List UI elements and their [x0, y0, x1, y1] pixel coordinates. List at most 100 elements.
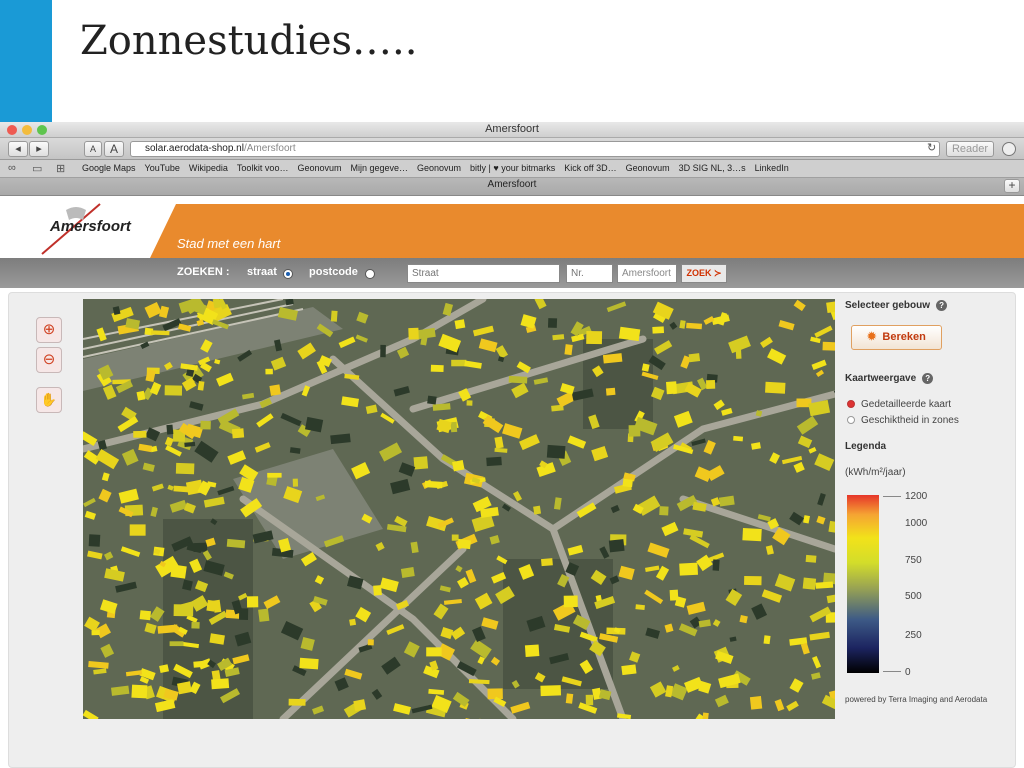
roof-segment	[749, 696, 763, 710]
legend-tick: 1200	[905, 491, 928, 502]
roof-segment	[426, 647, 442, 657]
roof-segment	[292, 478, 299, 487]
site-logo[interactable]: Amersfoort	[50, 218, 131, 235]
hand-icon: ✋	[40, 392, 58, 407]
roof-segment	[88, 534, 101, 547]
roof-segment	[564, 344, 573, 356]
roof-segment	[427, 395, 437, 405]
back-button[interactable]: ◂	[8, 141, 28, 157]
bookmark-item[interactable]: Wikipedia	[189, 163, 228, 173]
calculate-label: Bereken	[882, 331, 926, 343]
roof-segment	[258, 608, 270, 622]
roof-segment	[330, 310, 338, 322]
search-submit-button[interactable]: ZOEK ≻	[681, 264, 727, 283]
roof-segment	[706, 379, 716, 389]
solar-map[interactable]	[83, 299, 835, 719]
bookmark-item[interactable]: Geonovum	[297, 163, 341, 173]
map-view-label: Kaartweergave	[845, 373, 917, 385]
url-path: /Amersfoort	[243, 143, 296, 154]
slide-accent-bar	[0, 0, 52, 122]
roof-segment	[742, 528, 762, 542]
roof-segment	[540, 685, 562, 697]
radio-detailed[interactable]	[847, 400, 855, 408]
roof-segment	[367, 639, 374, 646]
bookmark-item[interactable]: Google Maps	[82, 163, 136, 173]
roof-segment	[450, 421, 458, 433]
roof-segment	[451, 534, 459, 541]
roof-segment	[586, 330, 603, 345]
roof-segment	[486, 456, 502, 467]
downloads-icon[interactable]	[1002, 142, 1016, 156]
new-tab-button[interactable]: +	[1004, 179, 1020, 193]
reader-button[interactable]: Reader	[946, 141, 994, 157]
radio-zones[interactable]	[847, 416, 855, 424]
bookmark-item[interactable]: 3D SIG NL, 3…s	[679, 163, 746, 173]
select-building-heading: Selecteer gebouw?	[845, 300, 948, 312]
help-icon[interactable]: ?	[936, 300, 948, 311]
legend-tick: 0	[905, 667, 911, 678]
view-option-detailed[interactable]: Gedetailleerde kaart	[847, 399, 951, 410]
select-building-label: Selecteer gebouw	[845, 300, 931, 312]
bookmark-item[interactable]: Geonovum	[626, 163, 670, 173]
tab-amersfoort[interactable]: Amersfoort	[0, 179, 1024, 190]
roof-segment	[524, 644, 540, 657]
help-icon[interactable]: ?	[922, 373, 934, 384]
roof-segment	[349, 618, 357, 626]
roof-segment	[608, 539, 625, 553]
top-sites-icon[interactable]: ⊞	[56, 162, 65, 175]
reload-icon[interactable]: ↻	[927, 141, 936, 154]
roof-segment	[739, 614, 748, 624]
pan-button[interactable]: ✋	[36, 387, 62, 413]
roof-segment	[206, 599, 216, 612]
roof-segment	[822, 341, 835, 351]
bookmark-item[interactable]: LinkedIn	[755, 163, 789, 173]
radio-postcode-label[interactable]: postcode	[309, 266, 358, 278]
roof-segment	[765, 381, 786, 394]
roof-segment	[622, 478, 633, 488]
radio-postcode[interactable]	[365, 269, 375, 279]
bookmarks-bar: ∞ ▭ ⊞ Google Maps YouTube Wikipedia Tool…	[0, 160, 1024, 178]
url-host: solar.aerodata-shop.nl	[145, 143, 244, 154]
roof-segment	[170, 564, 187, 579]
bookmarks-icon[interactable]: ▭	[32, 162, 42, 175]
roof-segment	[231, 428, 245, 439]
view-option-zones[interactable]: Geschiktheid in zones	[847, 415, 959, 426]
city-input[interactable]	[617, 264, 677, 283]
calculate-button[interactable]: ✹ Bereken	[851, 325, 942, 350]
bookmark-item[interactable]: Geonovum	[417, 163, 461, 173]
roof-segment	[733, 435, 744, 442]
tab-bar: Amersfoort +	[0, 178, 1024, 196]
bookmark-item[interactable]: bitly | ♥ your bitmarks	[470, 163, 555, 173]
font-smaller-button[interactable]: A	[84, 141, 102, 157]
zoom-out-button[interactable]: ⊖	[36, 347, 62, 373]
bookmark-item[interactable]: Toolkit voo…	[237, 163, 289, 173]
roof-segment	[621, 664, 637, 676]
reading-list-icon[interactable]: ∞	[8, 162, 16, 174]
roof-segment	[400, 567, 415, 578]
web-page: Amersfoort Stad met een hart ZOEKEN : st…	[0, 196, 1024, 768]
legend-color-scale	[847, 495, 879, 673]
bookmark-item[interactable]: Kick off 3D…	[564, 163, 616, 173]
font-larger-button[interactable]: A	[104, 141, 124, 157]
forward-button[interactable]: ▸	[29, 141, 49, 157]
roof-segment	[533, 505, 542, 515]
map-credit: powered by Terra Imaging and Aerodata	[845, 695, 988, 704]
bookmark-item[interactable]: Mijn gegeve…	[350, 163, 408, 173]
roof-segment	[466, 400, 473, 406]
radio-straat[interactable]	[283, 269, 293, 279]
bookmark-item[interactable]: YouTube	[145, 163, 180, 173]
roof-segment	[763, 635, 771, 645]
roof-segment	[540, 558, 553, 567]
radio-straat-label[interactable]: straat	[247, 266, 277, 278]
roof-segment	[226, 538, 246, 549]
address-bar[interactable]: solar.aerodata-shop.nl/Amersfoort	[130, 141, 940, 157]
roof-segment	[666, 381, 678, 395]
street-input[interactable]	[407, 264, 560, 283]
roof-segment	[246, 596, 259, 608]
roof-segment	[424, 480, 443, 489]
roof-segment	[669, 589, 679, 601]
zoom-in-button[interactable]: ⊕	[36, 317, 62, 343]
legend-unit: (kWh/m²/jaar)	[845, 467, 906, 478]
house-number-input[interactable]	[566, 264, 613, 283]
sun-icon: ✹	[867, 331, 877, 343]
